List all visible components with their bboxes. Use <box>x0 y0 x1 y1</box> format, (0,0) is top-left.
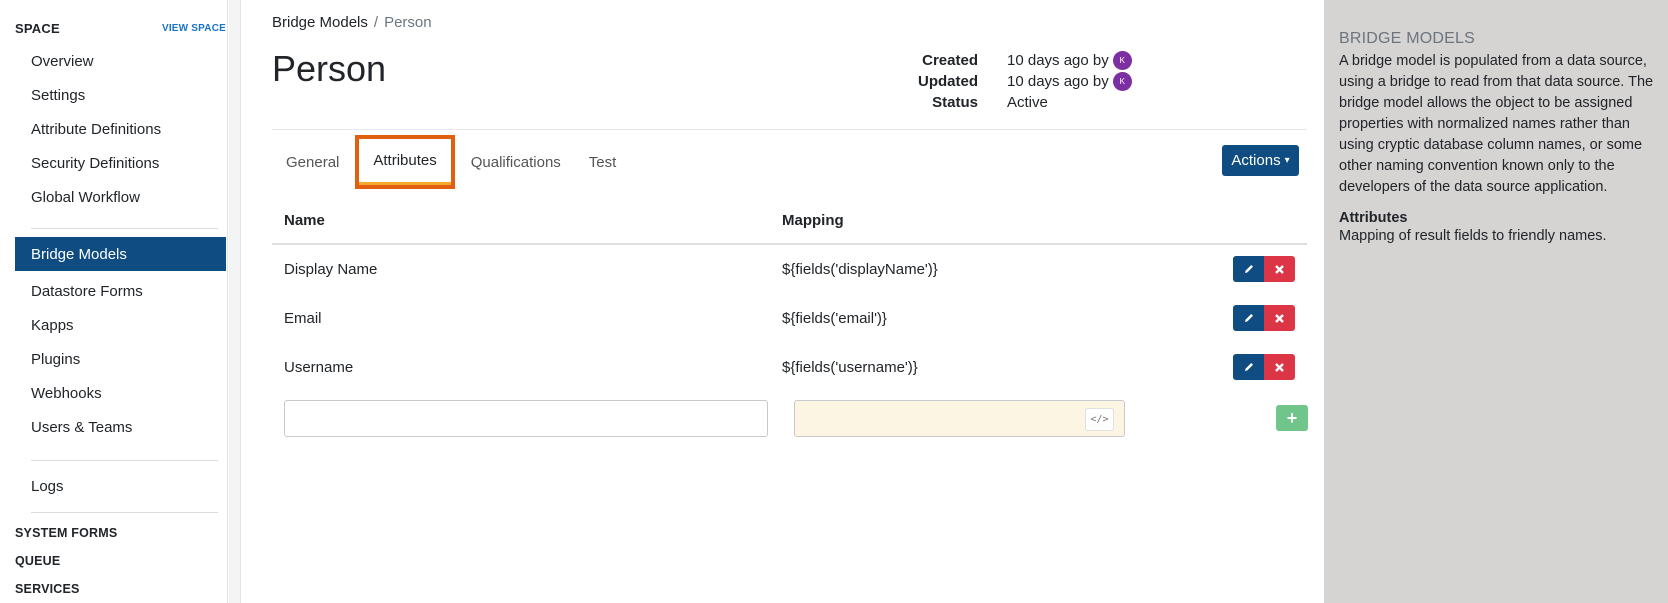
table-row: Email ${fields('email')} <box>272 294 1307 343</box>
row-mapping: ${fields('displayName')} <box>782 261 938 278</box>
meta-updated: Updated 10 days ago by K <box>882 71 1132 92</box>
column-header-mapping: Mapping <box>782 212 844 229</box>
meta-status: Status Active <box>882 92 1132 113</box>
breadcrumb-separator: / <box>373 14 379 31</box>
tab-attributes[interactable]: Attributes <box>359 139 451 185</box>
meta-created: Created 10 days ago by K <box>882 50 1132 71</box>
sidebar-item-logs[interactable]: Logs <box>15 469 226 503</box>
info-panel-subtext: Mapping of result fields to friendly nam… <box>1339 228 1607 244</box>
row-actions <box>1233 256 1295 282</box>
plus-icon: + <box>1286 407 1298 428</box>
info-panel-description: A bridge model is populated from a data … <box>1339 53 1654 195</box>
table-header: Name Mapping <box>272 198 1307 245</box>
row-mapping: ${fields('username')} <box>782 359 918 376</box>
tab-highlight-frame: Attributes <box>355 135 455 189</box>
sidebar-item-kapps[interactable]: Kapps <box>15 308 226 342</box>
edit-button[interactable] <box>1233 354 1264 380</box>
updated-value: 10 days ago by <box>1007 73 1109 90</box>
main-content: Bridge Models / Person Person Created 10 d… <box>242 0 1324 603</box>
updated-label: Updated <box>918 73 978 90</box>
caret-down-icon: ▾ <box>1284 155 1290 166</box>
delete-button[interactable] <box>1264 256 1295 282</box>
breadcrumb: Bridge Models / Person <box>272 14 432 31</box>
status-label: Status <box>932 94 978 111</box>
sidebar: SPACE VIEW SPACE Overview Settings Attri… <box>0 0 228 603</box>
sidebar-divider <box>31 512 218 513</box>
add-attribute-button[interactable]: + <box>1276 405 1308 431</box>
header-divider <box>272 129 1307 130</box>
view-space-link[interactable]: VIEW SPACE <box>162 23 226 34</box>
created-label: Created <box>922 52 978 69</box>
delete-button[interactable] <box>1264 354 1295 380</box>
close-icon <box>1275 264 1284 274</box>
delete-button[interactable] <box>1264 305 1295 331</box>
sidebar-section-system-forms[interactable]: SYSTEM FORMS <box>15 526 117 540</box>
sidebar-item-users-teams[interactable]: Users & Teams <box>15 410 226 444</box>
sidebar-divider <box>31 228 218 229</box>
attributes-table: Name Mapping Display Name ${fields('disp… <box>272 198 1308 452</box>
info-panel-title: BRIDGE MODELS <box>1339 30 1475 47</box>
code-icon[interactable]: </> <box>1085 408 1114 431</box>
table-row: Username ${fields('username')} <box>272 343 1307 392</box>
column-header-name: Name <box>284 212 325 229</box>
tab-qualifications[interactable]: Qualifications <box>457 141 575 183</box>
new-attribute-row: </> + <box>272 392 1308 452</box>
row-actions <box>1233 354 1295 380</box>
avatar[interactable]: K <box>1112 51 1132 70</box>
row-name: Username <box>284 359 354 376</box>
created-value: 10 days ago by <box>1007 52 1109 69</box>
row-actions <box>1233 305 1295 331</box>
info-panel-subtitle: Attributes <box>1339 210 1408 226</box>
sidebar-item-overview[interactable]: Overview <box>15 44 226 78</box>
info-panel: BRIDGE MODELS A bridge model is populate… <box>1324 0 1668 603</box>
sidebar-item-plugins[interactable]: Plugins <box>15 342 226 376</box>
tab-general[interactable]: General <box>272 141 353 183</box>
sidebar-item-security-definitions[interactable]: Security Definitions <box>15 146 226 180</box>
sidebar-item-webhooks[interactable]: Webhooks <box>15 376 226 410</box>
page-title: Person <box>272 48 387 89</box>
breadcrumb-current: Person <box>384 14 432 31</box>
sidebar-title: SPACE <box>15 21 60 36</box>
pencil-icon <box>1244 363 1253 371</box>
edit-button[interactable] <box>1233 256 1264 282</box>
sidebar-item-bridge-models[interactable]: Bridge Models <box>15 237 226 271</box>
sidebar-header: SPACE VIEW SPACE <box>15 21 226 36</box>
actions-label: Actions <box>1231 152 1281 169</box>
row-name: Email <box>284 310 322 327</box>
breadcrumb-parent-link[interactable]: Bridge Models <box>272 14 368 31</box>
sidebar-item-settings[interactable]: Settings <box>15 78 226 112</box>
close-icon <box>1275 362 1284 372</box>
sidebar-section-services[interactable]: SERVICES <box>15 582 80 596</box>
status-value: Active <box>1007 94 1048 111</box>
content-gutter <box>229 0 241 603</box>
table-row: Display Name ${fields('displayName')} <box>272 245 1307 294</box>
close-icon <box>1275 313 1284 323</box>
tab-test[interactable]: Test <box>575 141 631 183</box>
sidebar-item-global-workflow[interactable]: Global Workflow <box>15 180 226 214</box>
row-mapping: ${fields('email')} <box>782 310 887 327</box>
sidebar-section-queue[interactable]: QUEUE <box>15 554 60 568</box>
new-attribute-mapping-input[interactable]: </> <box>794 400 1125 437</box>
actions-dropdown-button[interactable]: Actions ▾ <box>1222 145 1299 176</box>
sidebar-divider <box>31 460 218 461</box>
row-name: Display Name <box>284 261 378 278</box>
meta-info: Created 10 days ago by K Updated 10 days … <box>882 50 1132 113</box>
pencil-icon <box>1244 314 1253 322</box>
sidebar-item-datastore-forms[interactable]: Datastore Forms <box>15 274 226 308</box>
pencil-icon <box>1244 265 1253 273</box>
edit-button[interactable] <box>1233 305 1264 331</box>
new-attribute-name-input[interactable] <box>284 400 768 437</box>
avatar[interactable]: K <box>1112 72 1132 91</box>
tab-bar: General Attributes Qualifications Test <box>272 135 631 189</box>
sidebar-item-attribute-definitions[interactable]: Attribute Definitions <box>15 112 226 146</box>
